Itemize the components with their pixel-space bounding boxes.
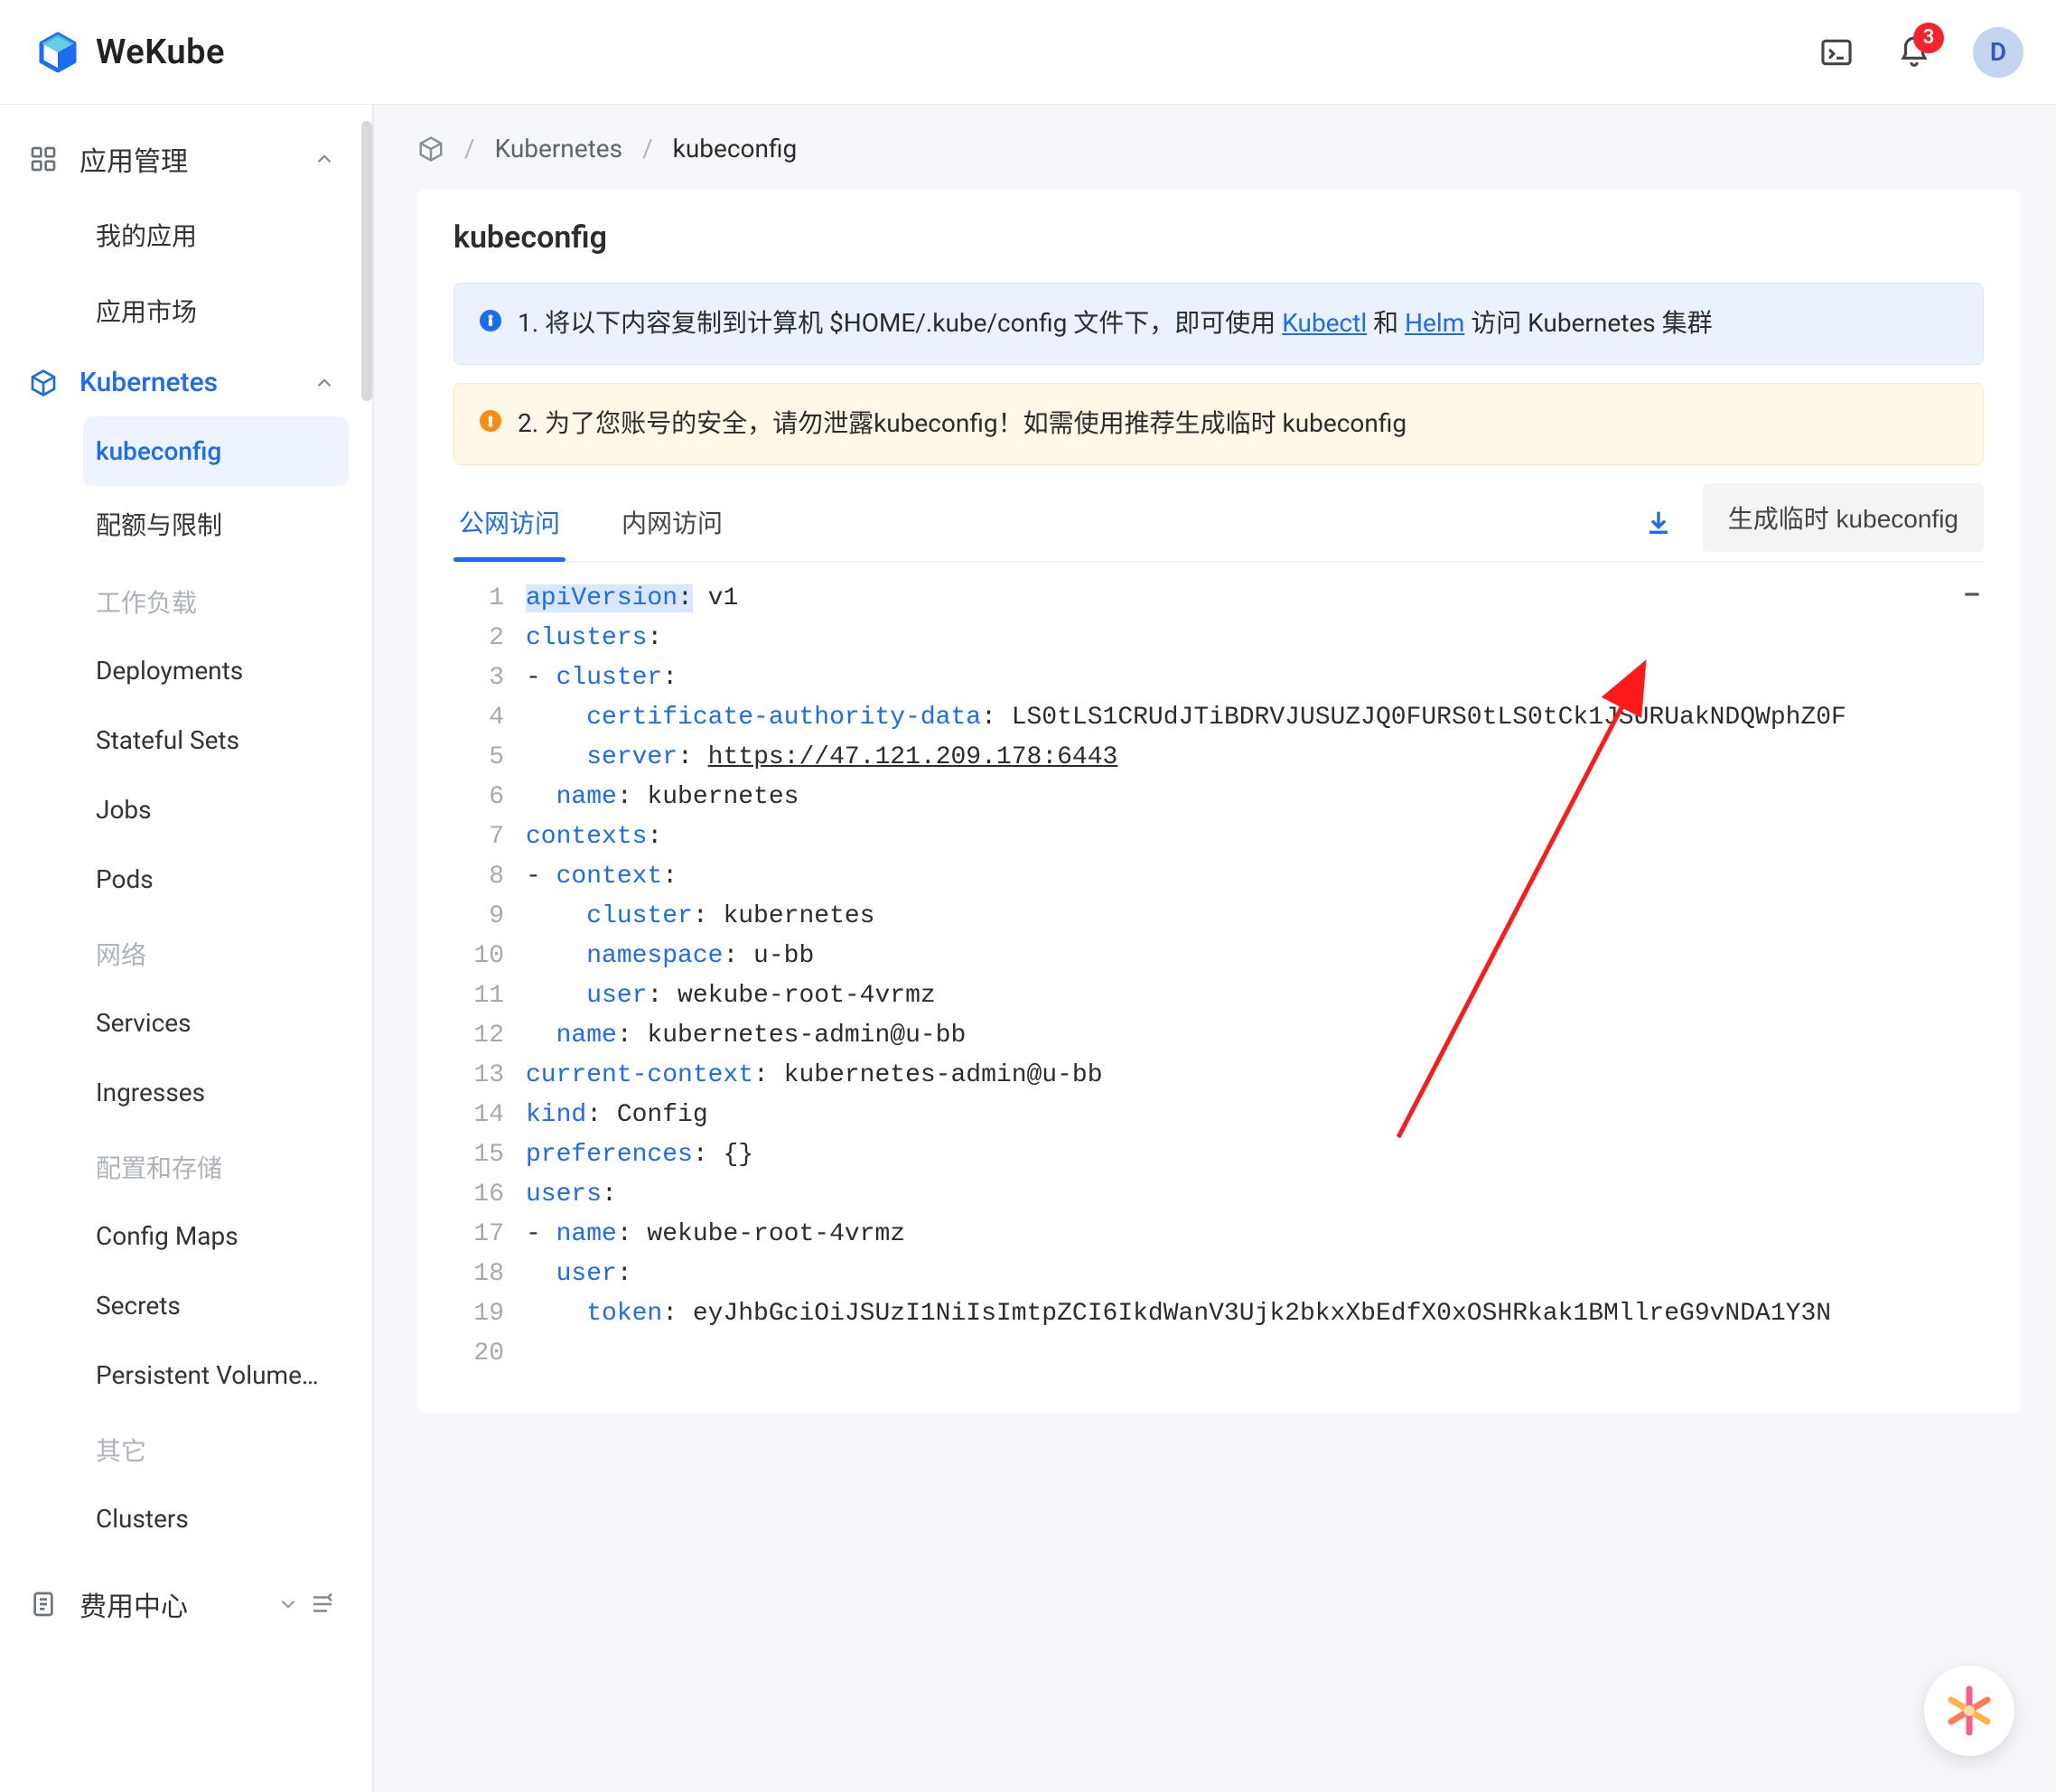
nav-group-apps[interactable]: 应用管理 — [0, 121, 365, 197]
app-header: WeKube 3 D — [0, 0, 2056, 105]
breadcrumb-current: kubeconfig — [673, 134, 798, 163]
generate-temp-kubeconfig-button[interactable]: 生成临时 kubeconfig — [1703, 483, 1984, 552]
nav-group-apps-label: 应用管理 — [79, 139, 313, 179]
code-editor[interactable]: 1234567891011121314151617181920 apiVersi… — [453, 575, 1984, 1377]
link-helm[interactable]: Helm — [1405, 308, 1464, 338]
sidebar: 应用管理 我的应用 应用市场 Kubernetes kubeconfig 配额与… — [0, 105, 374, 1792]
sidebar-item-quota[interactable]: 配额与限制 — [83, 486, 349, 562]
brand[interactable]: WeKube — [36, 31, 225, 74]
sidebar-item-kubeconfig[interactable]: kubeconfig — [83, 416, 349, 486]
alert-warning-text: 2. 为了您账号的安全，请勿泄露kubeconfig！如需使用推荐生成临时 ku… — [518, 404, 1406, 444]
card-title: kubeconfig — [453, 219, 1984, 256]
terminal-icon[interactable] — [1818, 33, 1855, 71]
tab-private[interactable]: 内网访问 — [616, 484, 728, 560]
alert-info-text: 1. 将以下内容复制到计算机 $HOME/.kube/config 文件下，即可… — [518, 303, 1713, 344]
bell-icon[interactable]: 3 — [1895, 33, 1933, 71]
breadcrumb-kubernetes[interactable]: Kubernetes — [495, 134, 623, 163]
cube-outline-icon — [417, 135, 444, 163]
alert-text: 1. 将以下内容复制到计算机 $HOME/.kube/config 文件下，即可… — [518, 308, 1282, 338]
sidebar-item-pods[interactable]: Pods — [83, 845, 349, 914]
sidebar-section-network: 网络 — [83, 914, 365, 988]
download-icon[interactable] — [1643, 507, 1674, 537]
chevron-up-icon — [313, 147, 336, 171]
breadcrumb: / Kubernetes / kubeconfig — [417, 134, 2020, 163]
sidebar-item-statefulsets[interactable]: Stateful Sets — [83, 705, 349, 775]
grid-icon — [29, 145, 58, 173]
nav-group-billing[interactable]: 费用中心 — [0, 1566, 365, 1642]
chevron-down-icon — [276, 1592, 300, 1616]
notifications-badge: 3 — [1913, 23, 1944, 53]
alert-warning: 2. 为了您账号的安全，请勿泄露kubeconfig！如需使用推荐生成临时 ku… — [453, 383, 1984, 465]
sidebar-section-config: 配置和存储 — [83, 1127, 365, 1201]
tab-public[interactable]: 公网访问 — [453, 484, 565, 560]
sidebar-item-market[interactable]: 应用市场 — [83, 273, 349, 349]
breadcrumb-sep: / — [642, 134, 653, 163]
code-body[interactable]: apiVersion: v1clusters:- cluster: certif… — [526, 575, 1984, 1377]
cube-icon — [29, 369, 58, 397]
sidebar-item-pvcs[interactable]: Persistent Volume… — [83, 1340, 349, 1410]
sidebar-item-services[interactable]: Services — [83, 988, 349, 1058]
sidebar-section-other: 其它 — [83, 1410, 365, 1484]
user-avatar[interactable]: D — [1973, 27, 2023, 78]
breadcrumb-sep: / — [464, 134, 475, 163]
sidebar-item-deployments[interactable]: Deployments — [83, 636, 349, 705]
alert-text: 访问 Kubernetes 集群 — [1464, 308, 1712, 338]
sidebar-scrollbar[interactable] — [361, 121, 372, 401]
warning-dot-icon — [480, 410, 501, 432]
sidebar-item-myapps[interactable]: 我的应用 — [83, 197, 349, 273]
sidebar-item-jobs[interactable]: Jobs — [83, 775, 349, 845]
line-gutter: 1234567891011121314151617181920 — [453, 575, 526, 1377]
link-kubectl[interactable]: Kubectl — [1282, 308, 1367, 338]
collapse-sidebar-icon[interactable] — [309, 1591, 336, 1618]
sidebar-item-clusters[interactable]: Clusters — [83, 1484, 349, 1554]
chevron-up-icon — [313, 371, 336, 395]
kubeconfig-card: kubeconfig 1. 将以下内容复制到计算机 $HOME/.kube/co… — [417, 189, 2020, 1414]
sidebar-item-secrets[interactable]: Secrets — [83, 1271, 349, 1340]
assistant-fab[interactable] — [1924, 1666, 2014, 1756]
sidebar-item-configmaps[interactable]: Config Maps — [83, 1201, 349, 1271]
content-area: / Kubernetes / kubeconfig kubeconfig 1. … — [374, 105, 2056, 1792]
alert-info: 1. 将以下内容复制到计算机 $HOME/.kube/config 文件下，即可… — [453, 283, 1984, 365]
info-dot-icon — [480, 310, 501, 331]
minimize-icon[interactable] — [1960, 583, 1984, 606]
sidebar-item-ingresses[interactable]: Ingresses — [83, 1058, 349, 1127]
nav-group-billing-label: 费用中心 — [79, 1584, 276, 1624]
nav-group-k8s-label: Kubernetes — [79, 367, 313, 398]
brand-name: WeKube — [96, 33, 225, 72]
sidebar-section-workload: 工作负载 — [83, 562, 365, 636]
receipt-icon — [29, 1590, 58, 1619]
tabs-row: 公网访问 内网访问 生成临时 kubeconfig — [453, 483, 1984, 563]
nav-group-k8s[interactable]: Kubernetes — [0, 349, 365, 416]
alert-text: 和 — [1367, 308, 1405, 338]
brand-logo-icon — [36, 31, 79, 74]
